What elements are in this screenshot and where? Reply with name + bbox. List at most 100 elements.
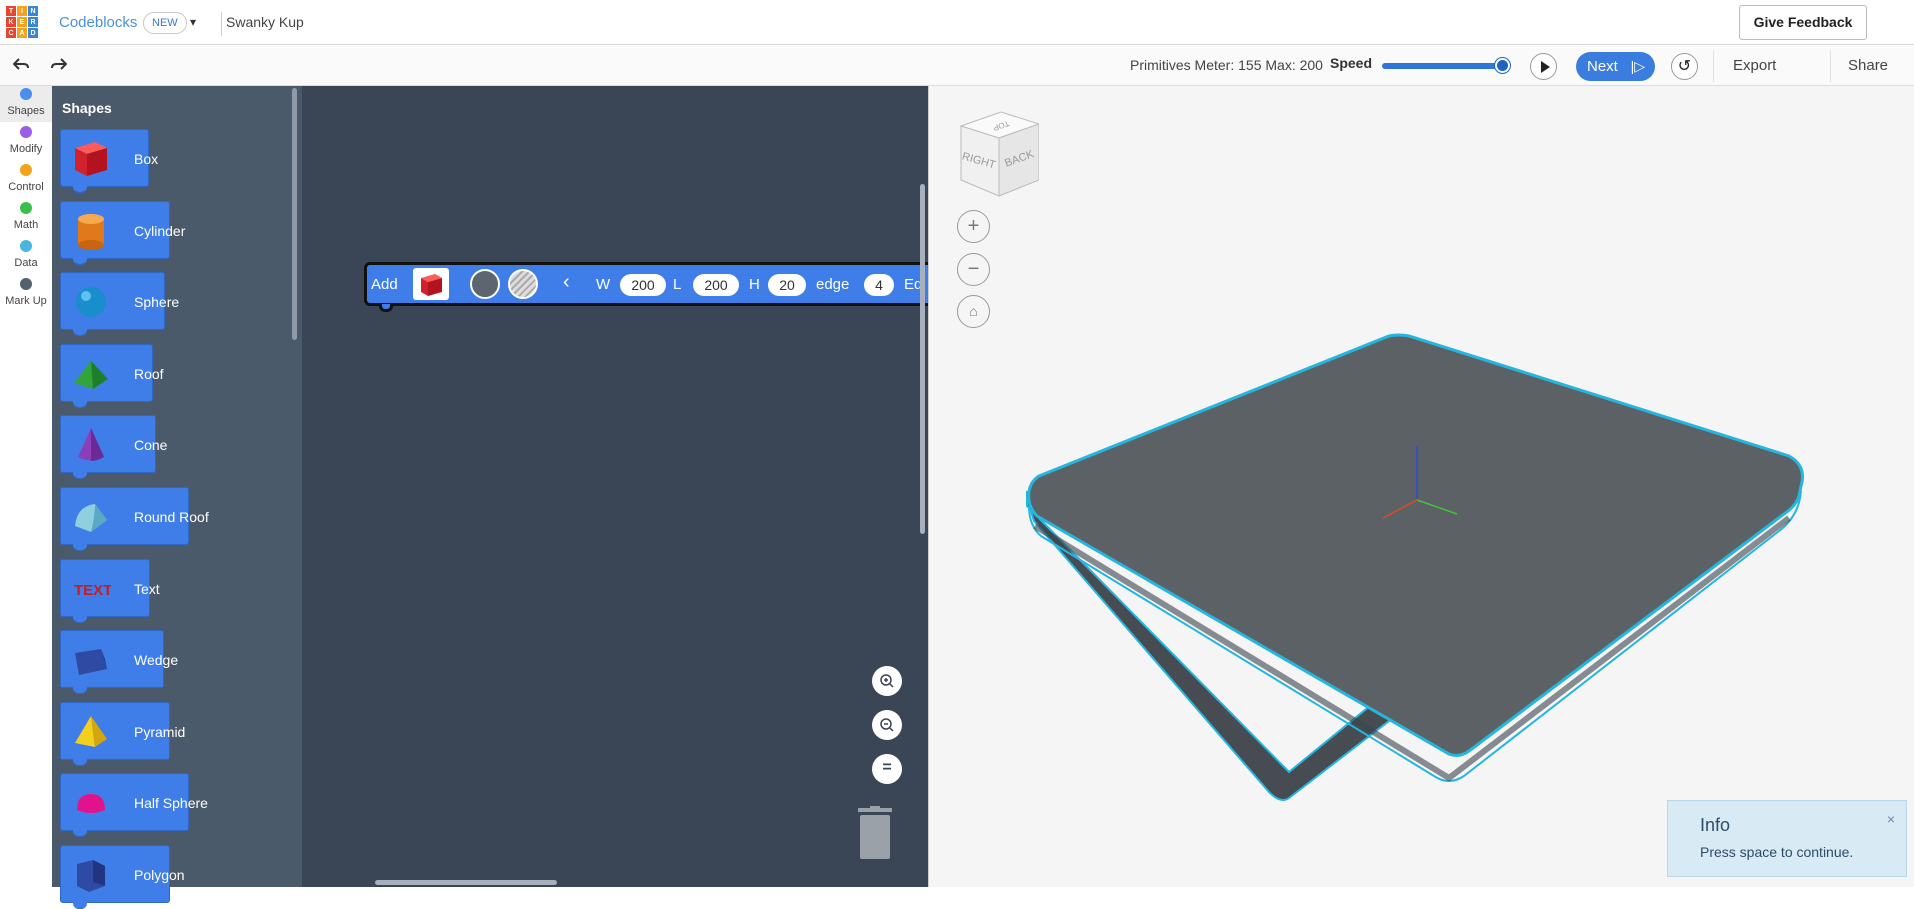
shape-block-label: Sphere	[134, 294, 180, 311]
shape-block-cylinder[interactable]: Cylinder	[60, 200, 185, 265]
give-feedback-button[interactable]: Give Feedback	[1739, 5, 1867, 40]
logo-letter: R	[28, 17, 38, 27]
category-control[interactable]: Control	[0, 162, 52, 198]
block-notch	[73, 256, 87, 265]
edge-input[interactable]: 4	[864, 274, 894, 296]
category-label: Control	[8, 181, 44, 193]
shapes-flyout: Shapes Box Cylinder Sphere Roof Cone Round Ro…	[52, 86, 302, 909]
trash-icon[interactable]	[855, 806, 895, 860]
shape-block-cone[interactable]: Cone	[60, 415, 167, 480]
block-notch	[73, 399, 87, 408]
chevron-down-icon[interactable]: ▾	[190, 15, 196, 29]
category-label: Mark Up	[5, 295, 47, 307]
svg-text:TEXT: TEXT	[74, 582, 111, 599]
block-notch	[73, 543, 87, 551]
width-input[interactable]: 200	[620, 274, 666, 296]
shape-block-label: Cylinder	[134, 222, 186, 239]
top-bar: TIN KER CAD Codeblocks NEW ▾ Swanky Kup Gi…	[0, 0, 1914, 45]
logo-letter: N	[28, 6, 38, 16]
block-notch	[73, 185, 87, 193]
green-roof-icon	[74, 360, 108, 389]
shape-block-label: Polygon	[134, 867, 185, 883]
category-mark-up[interactable]: Mark Up	[0, 276, 52, 312]
box-shape-icon[interactable]	[413, 268, 449, 300]
project-name[interactable]: Swanky Kup	[226, 14, 304, 30]
reset-zoom-button[interactable]: =	[872, 754, 902, 784]
new-badge: NEW	[143, 12, 187, 34]
shape-block-label: Roof	[134, 365, 164, 382]
category-label: Modify	[9, 143, 43, 155]
undo-icon[interactable]	[12, 57, 29, 76]
speed-slider-handle[interactable]	[1495, 58, 1510, 73]
workspace-vertical-scrollbar[interactable]	[920, 184, 925, 534]
category-dot-icon	[20, 164, 32, 176]
shape-block-wedge[interactable]: Wedge	[60, 630, 178, 695]
code-workspace[interactable]: Add ‹ W 200 L 200 H 20 edge 4 Ed =	[302, 86, 928, 887]
collapse-chevron-icon[interactable]: ‹	[563, 271, 570, 294]
category-math[interactable]: Math	[0, 200, 52, 236]
zoom-in-button[interactable]	[872, 666, 902, 696]
block-notch	[73, 471, 87, 480]
shape-block-text[interactable]: TEXT Text	[60, 558, 160, 623]
play-button[interactable]	[1530, 53, 1557, 80]
speed-slider[interactable]	[1382, 63, 1508, 69]
length-label: L	[673, 276, 682, 293]
category-modify[interactable]: Modify	[0, 124, 52, 160]
app-name[interactable]: Codeblocks	[59, 14, 137, 31]
shape-block-polygon[interactable]: Polygon	[60, 845, 185, 909]
block-notch	[73, 901, 87, 909]
zoom-out-button[interactable]	[872, 710, 902, 740]
shape-block-round-roof[interactable]: Round Roof	[60, 487, 209, 551]
shape-block-label: Box	[134, 151, 159, 167]
block-notch	[379, 304, 393, 312]
divider	[221, 12, 222, 36]
height-label: H	[749, 276, 760, 293]
shape-block-sphere[interactable]: Sphere	[60, 272, 179, 337]
logo-letter: E	[17, 17, 27, 27]
red-text-icon: TEXT	[74, 582, 111, 599]
hole-swatch[interactable]	[508, 269, 538, 299]
toolbar: Primitives Meter: 155 Max: 200 Speed Nex…	[0, 46, 1914, 86]
height-input[interactable]: 20	[768, 274, 806, 296]
block-notch	[73, 614, 87, 623]
navy-wedge-icon	[75, 649, 107, 676]
category-dot-icon	[20, 202, 32, 214]
info-title: Info	[1700, 815, 1731, 835]
next-button[interactable]: Next |▷	[1576, 52, 1655, 81]
workspace-horizontal-scrollbar[interactable]	[375, 880, 557, 885]
length-input[interactable]: 200	[693, 274, 739, 296]
reset-button[interactable]: ↺	[1671, 53, 1698, 80]
shape-block-label: Pyramid	[134, 723, 186, 740]
export-button[interactable]: Export	[1733, 57, 1776, 74]
redo-icon[interactable]	[51, 57, 68, 76]
navy-polygon-icon	[77, 860, 105, 892]
shape-block-roof[interactable]: Roof	[60, 343, 164, 408]
category-data[interactable]: Data	[0, 238, 52, 274]
shape-block-label: Half Sphere	[134, 795, 208, 812]
info-message: Press space to continue.	[1700, 844, 1854, 860]
teal-round-roof-icon	[75, 504, 107, 532]
magenta-half-sphere-icon	[77, 794, 105, 814]
shape-block-half-sphere[interactable]: Half Sphere	[60, 773, 208, 838]
3d-model-slab[interactable]	[929, 86, 1914, 887]
info-toast: Info Press space to continue. ×	[1667, 800, 1907, 877]
close-icon[interactable]: ×	[1887, 811, 1895, 827]
3d-viewport[interactable]: TOP RIGHT BACK + − ⌂	[928, 86, 1914, 887]
shape-block-box[interactable]: Box	[60, 129, 158, 193]
shape-block-pyramid[interactable]: Pyramid	[60, 701, 185, 766]
add-shape-block[interactable]: Add ‹ W 200 L 200 H 20 edge 4 Ed	[364, 262, 928, 312]
tinkercad-logo[interactable]: TIN KER CAD	[6, 6, 38, 38]
shape-block-label: Cone	[134, 437, 168, 454]
shape-block-label: Wedge	[134, 652, 179, 669]
solid-color-swatch[interactable]	[470, 269, 500, 299]
category-shapes[interactable]: Shapes	[0, 86, 52, 122]
logo-letter: K	[6, 17, 16, 27]
step-forward-icon: |▷	[1630, 58, 1645, 74]
logo-letter: T	[6, 6, 16, 16]
flyout-scrollbar[interactable]	[292, 88, 297, 340]
category-label: Math	[13, 219, 39, 231]
share-button[interactable]: Share	[1848, 57, 1888, 74]
shape-block-label: Text	[134, 580, 160, 597]
category-dot-icon	[20, 88, 32, 100]
orange-cylinder-icon	[78, 213, 104, 250]
